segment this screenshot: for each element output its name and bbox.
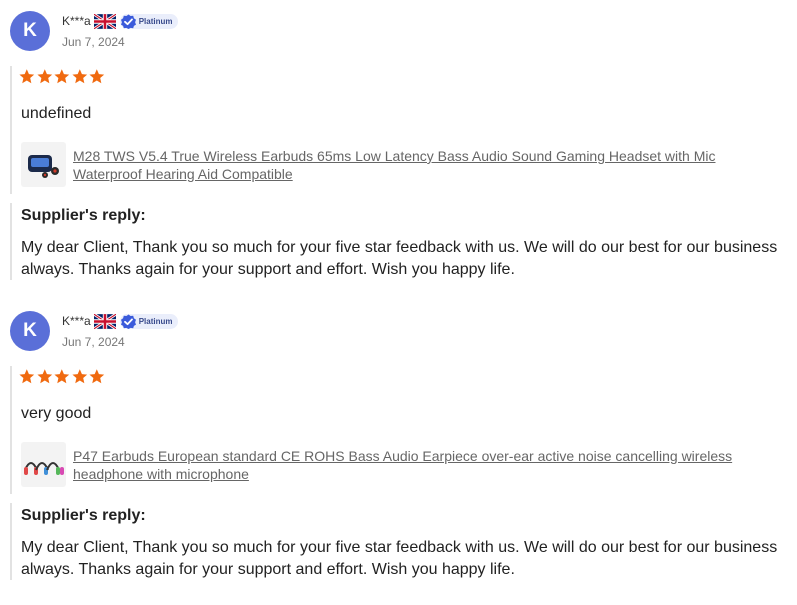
- supplier-reply-heading: Supplier's reply:: [21, 507, 146, 524]
- product-link[interactable]: P47 Earbuds European standard CE ROHS Ba…: [21, 442, 781, 487]
- divider: [10, 66, 12, 194]
- star-icon: [19, 69, 35, 84]
- review-text: undefined: [21, 105, 92, 122]
- product-thumbnail[interactable]: [21, 142, 66, 187]
- star-icon: [37, 369, 52, 384]
- star-icon: [89, 369, 105, 384]
- star-icon: [19, 369, 35, 384]
- product-title-link[interactable]: P47 Earbuds European standard CE ROHS Ba…: [73, 447, 773, 487]
- divider: [10, 503, 12, 580]
- headphones-image: [23, 461, 64, 475]
- star-icon: [37, 69, 52, 84]
- star-icon: [54, 369, 70, 384]
- review-date: Jun 7, 2024: [62, 335, 125, 349]
- reviewer-name: K***a: [62, 314, 91, 328]
- star-rating: [18, 68, 106, 85]
- supplier-reply-heading: Supplier's reply:: [21, 207, 146, 224]
- uk-flag-icon: [93, 313, 116, 329]
- reviewer-info: K***a Platinum: [62, 313, 179, 329]
- verified-check-icon: [120, 314, 136, 329]
- product-thumbnail[interactable]: [21, 442, 66, 487]
- avatar: K: [10, 11, 50, 51]
- badge-label: Platinum: [138, 316, 173, 326]
- star-icon: [89, 69, 105, 84]
- platinum-badge: Platinum: [119, 13, 179, 29]
- product-title-link[interactable]: M28 TWS V5.4 True Wireless Earbuds 65ms …: [73, 147, 773, 187]
- supplier-reply-text: My dear Client, Thank you so much for yo…: [21, 239, 778, 278]
- badge-label: Platinum: [138, 16, 173, 26]
- star-icon: [72, 369, 87, 384]
- star-icon: [72, 69, 87, 84]
- star-icon: [54, 69, 70, 84]
- reviewer-name: K***a: [62, 14, 91, 28]
- star-rating: [18, 368, 106, 385]
- uk-flag-icon: [93, 13, 116, 29]
- divider: [10, 203, 12, 280]
- divider: [10, 366, 12, 494]
- product-link[interactable]: M28 TWS V5.4 True Wireless Earbuds 65ms …: [21, 142, 781, 187]
- supplier-reply-text: My dear Client, Thank you so much for yo…: [21, 539, 778, 578]
- review-text: very good: [21, 405, 92, 422]
- verified-check-icon: [120, 14, 136, 29]
- reviewer-info: K***a Platinum: [62, 13, 179, 29]
- earbuds-case-image: [27, 154, 59, 178]
- avatar: K: [10, 311, 50, 351]
- platinum-badge: Platinum: [119, 313, 179, 329]
- review-date: Jun 7, 2024: [62, 35, 125, 49]
